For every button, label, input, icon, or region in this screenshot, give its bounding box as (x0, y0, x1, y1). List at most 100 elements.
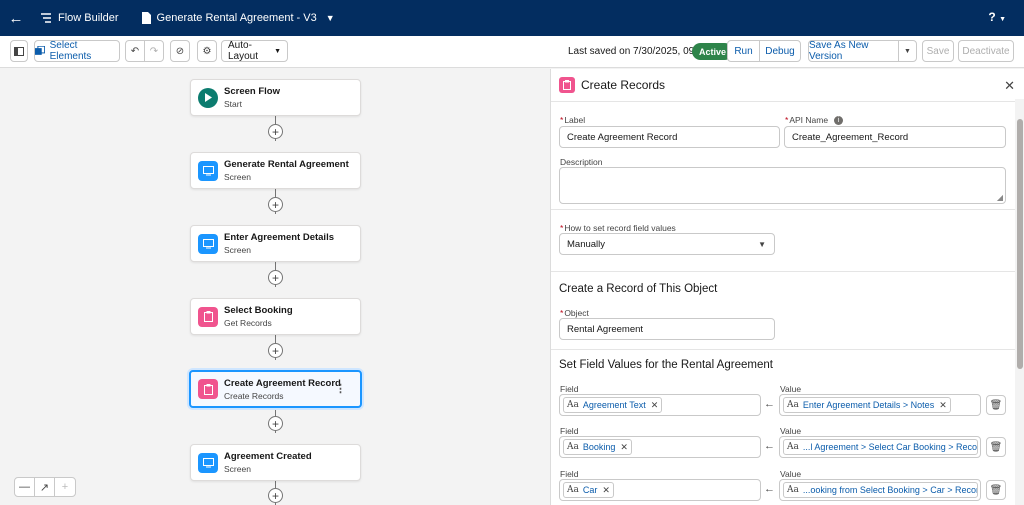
node-type: Screen (224, 172, 251, 182)
flow-node-get-records[interactable]: Select Booking Get Records (190, 298, 361, 335)
back-arrow-icon[interactable]: ← (2, 10, 30, 27)
node-type: Screen (224, 464, 251, 474)
add-element-button[interactable]: + (268, 197, 283, 212)
object-input[interactable]: Rental Agreement (559, 318, 775, 340)
more-actions-icon[interactable]: ⋮ (335, 382, 346, 395)
text-type-icon: Aa (567, 442, 579, 452)
how-to-set-select[interactable]: Manually ▼ (559, 233, 775, 255)
field-pill[interactable]: Aa Agreement Text ✕ (563, 397, 663, 413)
document-icon (141, 12, 151, 24)
undo-button[interactable]: ↶ (125, 40, 145, 62)
value-pill[interactable]: Aa ...l Agreement > Select Car Booking > … (783, 439, 978, 455)
close-icon[interactable]: ✕ (1004, 78, 1015, 94)
layout-mode-select[interactable]: Auto-Layout ▼ (221, 40, 288, 62)
add-element-button[interactable]: + (268, 124, 283, 139)
value-picker[interactable]: Aa Enter Agreement Details > Notes ✕ (779, 394, 981, 416)
run-button[interactable]: Run (727, 40, 760, 62)
zoom-out-button[interactable]: — (15, 478, 35, 496)
flow-node-screen[interactable]: Enter Agreement Details Screen (190, 225, 361, 262)
flow-builder-icon (41, 13, 51, 23)
object-section-title: Create a Record of This Object (559, 283, 718, 295)
chevron-down-icon: ▼ (274, 47, 281, 55)
record-icon (198, 379, 218, 399)
scrollbar-thumb[interactable] (1017, 119, 1023, 369)
chevron-down-icon: ▼ (758, 240, 766, 249)
divider (551, 101, 1015, 102)
fit-view-button[interactable]: ↗ (35, 478, 55, 496)
app-name: Flow Builder (58, 12, 119, 24)
record-icon (198, 306, 218, 327)
node-title: Select Booking (224, 305, 293, 316)
top-nav-bar: ← Flow Builder Generate Rental Agreement… (0, 0, 1024, 36)
remove-icon[interactable]: ✕ (939, 400, 947, 411)
field-picker[interactable]: Aa Car ✕ (559, 479, 761, 501)
delete-row-button[interactable]: 🗑 (986, 437, 1006, 457)
panel-icon (14, 46, 24, 56)
flow-node-screen[interactable]: Generate Rental Agreement Screen (190, 152, 361, 189)
value-column-label: Value (780, 426, 802, 436)
value-pill[interactable]: Aa Enter Agreement Details > Notes ✕ (783, 397, 951, 413)
chevron-down-icon[interactable]: ▼ (326, 13, 335, 23)
text-type-icon: Aa (787, 485, 799, 495)
undo-icon: ↶ (130, 45, 140, 57)
cut-connector-button[interactable]: ⊘ (170, 40, 190, 62)
text-type-icon: Aa (567, 400, 579, 410)
add-element-button[interactable]: + (268, 488, 283, 503)
node-title: Enter Agreement Details (224, 232, 334, 243)
flow-canvas[interactable]: + + + + + + Screen Flow Start Generate Re… (0, 69, 550, 505)
redo-button[interactable]: ↷ (144, 40, 164, 62)
delete-row-button[interactable]: 🗑 (986, 480, 1006, 500)
node-title: Agreement Created (224, 451, 312, 462)
deactivate-button[interactable]: Deactivate (958, 40, 1014, 62)
field-column-label: Field (560, 426, 579, 436)
zoom-in-button[interactable]: + (55, 478, 75, 496)
add-element-button[interactable]: + (268, 343, 283, 358)
node-title: Create Agreement Record (224, 377, 341, 389)
gear-icon: ⚙ (202, 45, 212, 57)
remove-icon[interactable]: ✕ (651, 400, 659, 411)
info-icon[interactable]: i (834, 116, 844, 126)
description-textarea[interactable]: ◢ (559, 167, 1006, 204)
field-pill[interactable]: Aa Car ✕ (563, 482, 614, 498)
add-element-button[interactable]: + (268, 416, 283, 431)
remove-icon[interactable]: ✕ (602, 485, 610, 496)
add-element-button[interactable]: + (268, 270, 283, 285)
value-picker[interactable]: Aa ...ooking from Select Booking > Car > … (779, 479, 981, 501)
object-field-label: *Object (560, 308, 589, 318)
label-input[interactable]: Create Agreement Record (559, 126, 780, 148)
select-elements-button[interactable]: Select Elements (34, 40, 120, 62)
save-as-new-version-button[interactable]: Save As New Version (808, 40, 899, 62)
field-column-label: Field (560, 384, 579, 394)
node-type: Start (224, 99, 242, 109)
flow-title-menu[interactable]: Generate Rental Agreement - V3 ▼ (141, 12, 335, 24)
properties-panel: Create Records ✕ *Label Create Agreement… (550, 69, 1024, 505)
arrow-left-icon: ← (764, 483, 775, 495)
value-picker[interactable]: Aa ...l Agreement > Select Car Booking > … (779, 436, 981, 458)
settings-button[interactable]: ⚙ (197, 40, 217, 62)
flow-node-screen[interactable]: Agreement Created Screen (190, 444, 361, 481)
field-column-label: Field (560, 469, 579, 479)
flow-node-create-records[interactable]: Create Agreement Record Create Records ⋮ (189, 370, 362, 408)
debug-button[interactable]: Debug (759, 40, 801, 62)
remove-icon[interactable]: ✕ (620, 442, 628, 453)
field-pill[interactable]: Aa Booking ✕ (563, 439, 632, 455)
delete-row-button[interactable]: 🗑 (986, 395, 1006, 415)
node-type: Screen (224, 245, 251, 255)
text-type-icon: Aa (787, 442, 799, 452)
save-options-menu[interactable]: ▼ (898, 40, 917, 62)
screen-icon (198, 452, 218, 473)
node-type: Create Records (224, 390, 284, 401)
toggle-panel-button[interactable] (10, 40, 28, 62)
field-picker[interactable]: Aa Agreement Text ✕ (559, 394, 761, 416)
flow-node-start[interactable]: Screen Flow Start (190, 79, 361, 116)
value-column-label: Value (780, 384, 802, 394)
api-name-input[interactable]: Create_Agreement_Record (784, 126, 1006, 148)
help-button[interactable]: ? ▼ (988, 10, 1006, 24)
save-button[interactable]: Save (922, 40, 954, 62)
value-pill[interactable]: Aa ...ooking from Select Booking > Car > … (783, 482, 978, 498)
field-picker[interactable]: Aa Booking ✕ (559, 436, 761, 458)
play-icon (198, 87, 218, 108)
prohibit-icon: ⊘ (175, 45, 185, 57)
arrow-left-icon: ← (764, 398, 775, 410)
panel-scrollbar[interactable] (1015, 99, 1024, 505)
